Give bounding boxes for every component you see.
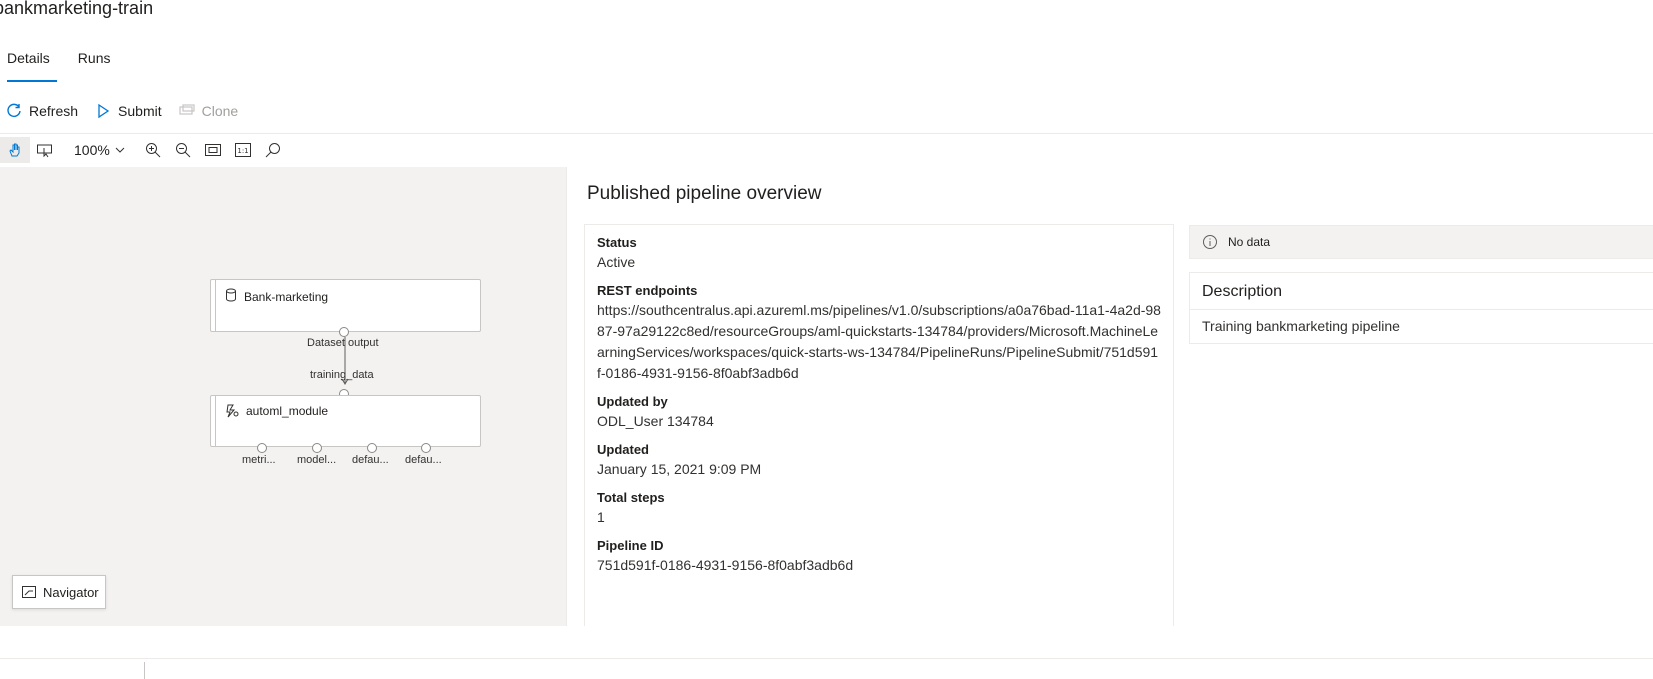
output-label-model: model...	[297, 454, 337, 466]
output-port-model[interactable]	[312, 443, 322, 453]
output-label-default-2: defau...	[405, 454, 442, 466]
search-icon[interactable]	[258, 137, 288, 163]
overview-title: Published pipeline overview	[587, 183, 822, 204]
submit-label: Submit	[118, 103, 162, 119]
updated-label: Updated	[597, 442, 649, 457]
bottom-divider	[0, 658, 1653, 659]
updated-by-value: ODL_User 134784	[597, 413, 714, 429]
play-icon	[98, 103, 110, 119]
no-data-text: No data	[1228, 235, 1271, 249]
fit-to-screen-icon[interactable]	[198, 137, 228, 163]
clone-label: Clone	[201, 103, 239, 119]
database-icon	[226, 288, 236, 302]
tab-bar: Details Runs	[0, 44, 131, 82]
status-value: Active	[597, 254, 636, 270]
zoom-out-icon[interactable]	[168, 137, 198, 163]
properties-card: Status Active REST endpoints https://sou…	[584, 224, 1174, 626]
canvas-toolbar: 100% 1:1	[0, 137, 288, 163]
edge-input-label: training_data	[310, 369, 374, 381]
pipeline-id-label: Pipeline ID	[597, 538, 664, 553]
total-steps-value: 1	[597, 509, 605, 525]
output-port-metrics[interactable]	[257, 443, 267, 453]
dataset-node-label: Bank-marketing	[244, 290, 329, 304]
navigator-icon	[22, 586, 36, 598]
dataset-output-port[interactable]	[339, 327, 349, 337]
command-bar: Refresh Submit Clone	[0, 98, 254, 124]
select-icon[interactable]	[30, 137, 60, 163]
tab-details[interactable]: Details	[0, 44, 57, 82]
refresh-button[interactable]: Refresh	[5, 102, 78, 120]
pan-hand-icon[interactable]	[0, 137, 30, 163]
output-label-metrics: metri...	[242, 454, 276, 466]
submit-button[interactable]: Submit	[94, 102, 162, 120]
edge-output-label: Dataset output	[307, 337, 379, 349]
zoom-dropdown[interactable]: 100%	[74, 142, 126, 158]
rest-endpoint-value[interactable]: https://southcentralus.api.azureml.ms/pi…	[597, 300, 1161, 384]
bottom-separator	[144, 662, 145, 679]
tab-runs[interactable]: Runs	[71, 44, 118, 80]
actual-size-icon[interactable]: 1:1	[228, 137, 258, 163]
pipeline-id-value: 751d591f-0186-4931-9156-8f0abf3adb6d	[597, 557, 854, 573]
output-label-default-1: defau...	[352, 454, 389, 466]
updated-by-label: Updated by	[597, 394, 668, 409]
refresh-icon	[7, 103, 21, 117]
svg-text:1:1: 1:1	[237, 147, 248, 155]
info-icon	[1203, 235, 1217, 249]
page-title: bankmarketing-train	[0, 0, 154, 18]
clone-button[interactable]: Clone	[178, 102, 239, 120]
automl-icon	[226, 404, 239, 418]
output-port-default-2[interactable]	[421, 443, 431, 453]
description-text: Training bankmarketing pipeline	[1202, 318, 1400, 334]
divider	[0, 133, 1653, 134]
zoom-value: 100%	[74, 142, 110, 158]
automl-module-label: automl_module	[246, 404, 329, 418]
dataset-node[interactable]: Bank-marketing	[210, 279, 481, 332]
node-accent-bar	[215, 396, 216, 446]
node-accent-bar	[215, 280, 216, 331]
description-card: Description Training bankmarketing pipel…	[1189, 272, 1653, 344]
automl-module-node[interactable]: automl_module	[210, 395, 481, 447]
total-steps-label: Total steps	[597, 490, 665, 505]
output-port-default-1[interactable]	[367, 443, 377, 453]
rest-endpoints-label: REST endpoints	[597, 283, 698, 298]
no-data-banner: No data	[1189, 225, 1653, 259]
updated-value: January 15, 2021 9:09 PM	[597, 461, 762, 477]
refresh-label: Refresh	[29, 103, 79, 119]
chevron-down-icon	[115, 147, 125, 153]
zoom-in-icon[interactable]	[138, 137, 168, 163]
navigator-button[interactable]: Navigator	[12, 575, 106, 609]
clone-icon	[179, 104, 195, 115]
pipeline-canvas[interactable]: Bank-marketing Dataset output training_d…	[0, 167, 566, 626]
navigator-label: Navigator	[43, 584, 99, 600]
status-label: Status	[597, 235, 637, 250]
description-header: Description	[1190, 273, 1653, 310]
overview-panel: Published pipeline overview Status Activ…	[566, 167, 1653, 626]
